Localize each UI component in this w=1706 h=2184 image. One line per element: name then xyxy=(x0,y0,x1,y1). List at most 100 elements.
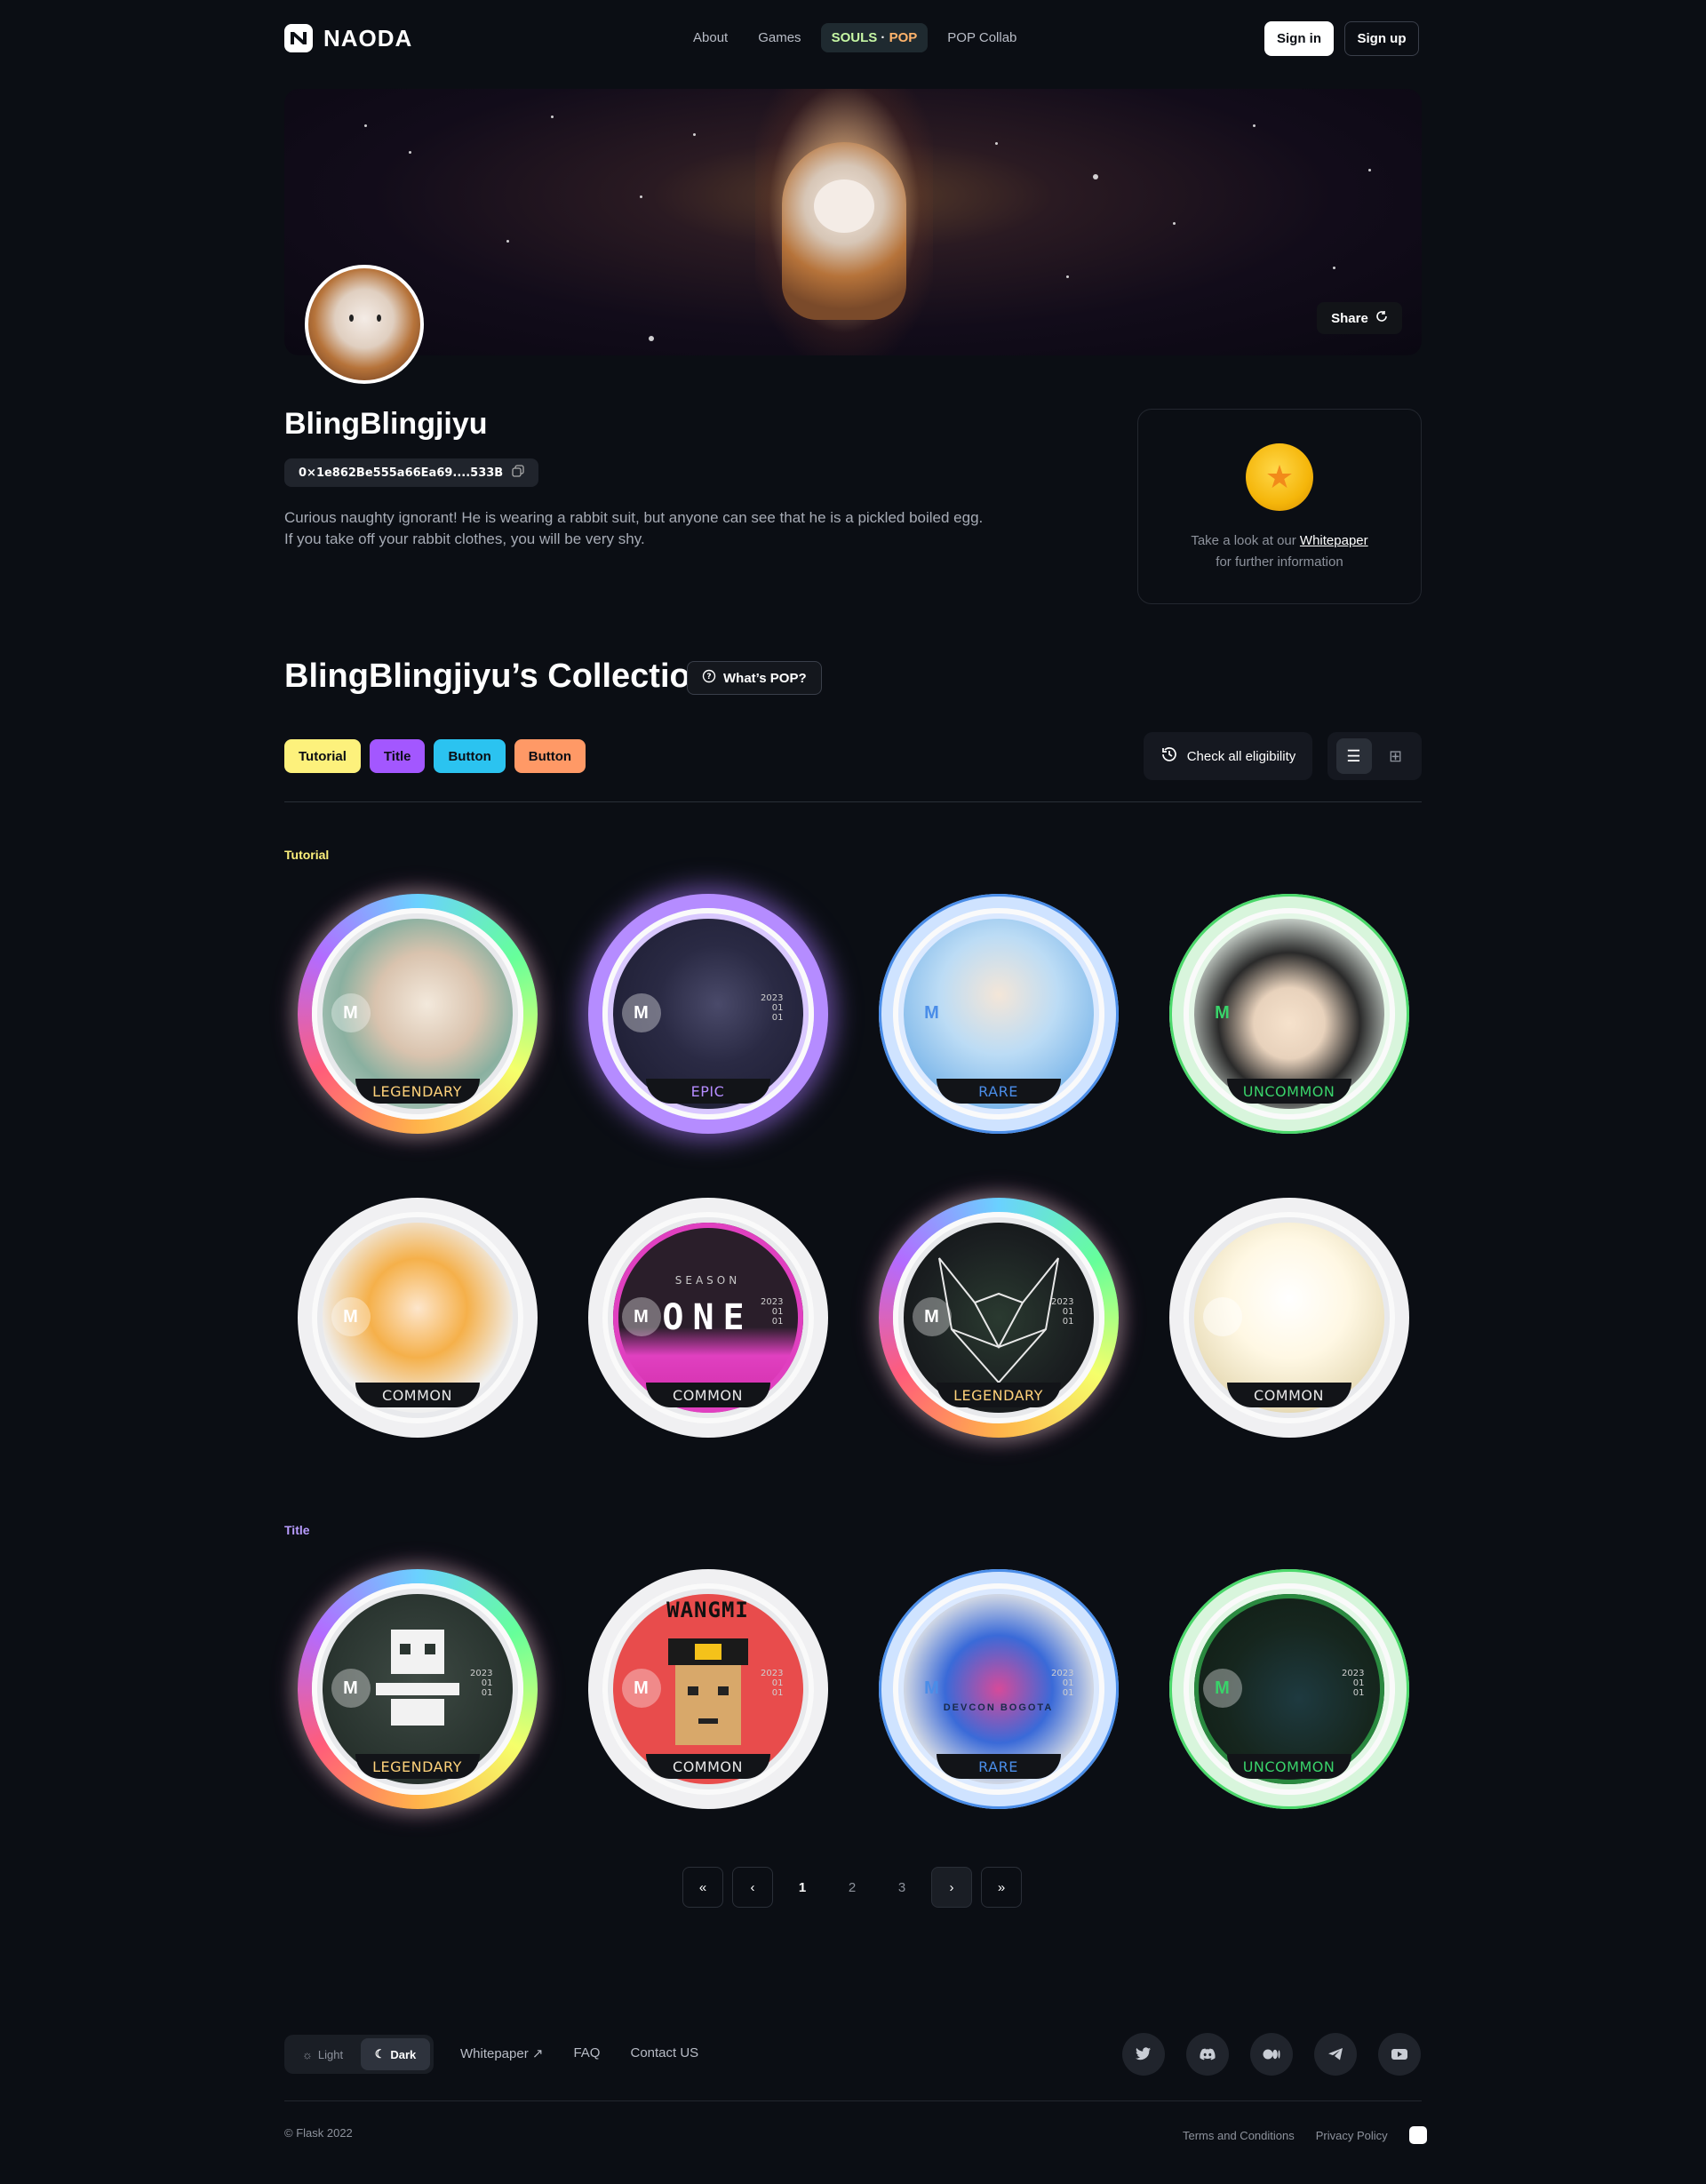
badge-common[interactable]: WANGMI M 2023 01 01 COMMON xyxy=(587,1569,828,1809)
twitter-icon[interactable] xyxy=(1122,2033,1165,2076)
badge-common[interactable]: M COMMON xyxy=(297,1198,538,1438)
rarity-label: COMMON xyxy=(645,1383,770,1407)
naoda-badge-logo-icon: M xyxy=(1215,1002,1230,1023)
devcon-text: DEVCON BOGOTA xyxy=(943,1702,1054,1713)
badge-legendary[interactable]: M 2023 01 01 LEGENDARY xyxy=(878,1198,1119,1438)
medium-icon[interactable] xyxy=(1250,2033,1293,2076)
badge-card[interactable]: M 2023 01 01 LEGENDARY xyxy=(272,1569,562,1809)
badge-card[interactable]: M 2023 01 01 UNCOMMON xyxy=(1144,1569,1434,1809)
badge-card[interactable]: M 2023 01 01 LEGENDARY xyxy=(853,1198,1144,1438)
moon-icon: ☾ xyxy=(374,2047,386,2060)
nav-about[interactable]: About xyxy=(682,23,738,52)
badge-date: 2023 01 01 xyxy=(761,1669,784,1698)
naoda-badge-logo-icon: M xyxy=(621,1669,661,1708)
naoda-badge-logo-icon: M xyxy=(924,1678,939,1698)
page-number[interactable]: 3 xyxy=(881,1867,922,1908)
copyright: © Flask 2022 xyxy=(284,2126,353,2140)
nav-pop-label: POP xyxy=(889,30,918,45)
tag-button[interactable]: Button xyxy=(434,739,506,773)
discord-icon[interactable] xyxy=(1186,2033,1229,2076)
first-page-icon[interactable]: « xyxy=(682,1867,723,1908)
badge-uncommon[interactable]: M UNCOMMON xyxy=(1168,894,1409,1134)
terms-link[interactable]: Terms and Conditions xyxy=(1183,2129,1295,2142)
share-button[interactable]: Share xyxy=(1317,302,1402,334)
badge-rare[interactable]: M RARE xyxy=(878,894,1119,1134)
page-number[interactable]: 1 xyxy=(782,1867,823,1908)
star-coin-icon: ★ xyxy=(1246,443,1313,511)
brand-logo[interactable]: NAODA xyxy=(284,24,412,52)
star xyxy=(640,195,642,198)
whitepaper-suffix: for further information xyxy=(1216,554,1343,570)
theme-light-button[interactable]: ☼ Light xyxy=(288,2038,357,2070)
rarity-label: EPIC xyxy=(645,1079,770,1104)
character-face xyxy=(814,179,874,233)
footer-link-whitepaper-label: Whitepaper xyxy=(460,2046,529,2061)
rarity-label: COMMON xyxy=(355,1383,480,1407)
footer-link-contact[interactable]: Contact US xyxy=(630,2045,698,2061)
badge-legendary[interactable]: M LEGENDARY xyxy=(297,894,538,1134)
tag-title[interactable]: Title xyxy=(369,739,426,773)
nav-pop-collab[interactable]: POP Collab xyxy=(937,23,1027,52)
grid-view-icon[interactable]: ⊞ xyxy=(1378,738,1414,774)
naoda-badge-logo-icon: M xyxy=(912,1297,952,1336)
badge-epic[interactable]: M 2023 01 01 EPIC xyxy=(587,894,828,1134)
footer-link-faq[interactable]: FAQ xyxy=(573,2045,600,2061)
rarity-label: COMMON xyxy=(1226,1383,1351,1407)
badge-card[interactable]: DEVCON BOGOTA M 2023 01 01 RARE xyxy=(853,1569,1144,1809)
whitepaper-link[interactable]: Whitepaper xyxy=(1300,533,1368,548)
badge-common[interactable]: COMMON xyxy=(1168,1198,1409,1438)
profile-banner: Share xyxy=(284,89,1422,355)
badge-card[interactable]: SEASON ONE M 2023 01 01 COMMON xyxy=(562,1198,853,1438)
wallet-address[interactable]: 0×1e862Be555a66Ea69....533B xyxy=(284,458,539,487)
star xyxy=(995,142,998,145)
badge-grid-title: M 2023 01 01 LEGENDARY WANGMI M 2023 01 01 C… xyxy=(272,1569,1434,1809)
page-number[interactable]: 2 xyxy=(832,1867,873,1908)
whats-pop-button[interactable]: ? What’s POP? xyxy=(687,661,822,695)
badge-card[interactable]: M LEGENDARY xyxy=(272,894,562,1134)
prev-page-icon[interactable]: ‹ xyxy=(732,1867,773,1908)
badge-legendary[interactable]: M 2023 01 01 LEGENDARY xyxy=(297,1569,538,1809)
external-link-icon: ↗ xyxy=(531,2046,544,2061)
star xyxy=(506,240,509,243)
star xyxy=(551,116,554,118)
tag-tutorial[interactable]: Tutorial xyxy=(284,739,361,773)
tag-button[interactable]: Button xyxy=(514,739,586,773)
badge-card[interactable]: COMMON xyxy=(1144,1198,1434,1438)
badge-uncommon[interactable]: M 2023 01 01 UNCOMMON xyxy=(1168,1569,1409,1809)
badge-card[interactable]: M RARE xyxy=(853,894,1144,1134)
next-page-icon[interactable]: › xyxy=(931,1867,972,1908)
star xyxy=(409,151,411,154)
nav-games[interactable]: Games xyxy=(747,23,811,52)
badge-card[interactable]: M COMMON xyxy=(272,1198,562,1438)
theme-dark-button[interactable]: ☾ Dark xyxy=(361,2038,430,2070)
profile-name: BlingBlingjiyu xyxy=(284,407,488,441)
whats-pop-label: What’s POP? xyxy=(723,670,807,686)
star xyxy=(1093,174,1098,179)
filter-tags: Tutorial Title Button Button xyxy=(284,739,586,773)
naoda-small-logo-icon xyxy=(1408,2126,1427,2144)
privacy-link[interactable]: Privacy Policy xyxy=(1316,2129,1388,2142)
nav-souls-pop[interactable]: SOULS · POP xyxy=(820,23,929,52)
badge-card[interactable]: WANGMI M 2023 01 01 COMMON xyxy=(562,1569,853,1809)
rarity-label: UNCOMMON xyxy=(1226,1754,1351,1779)
star xyxy=(1066,275,1069,278)
badge-common[interactable]: SEASON ONE M 2023 01 01 COMMON xyxy=(587,1198,828,1438)
main-nav: About Games SOULS · POP POP Collab xyxy=(682,23,1027,52)
naoda-badge-logo-icon: M xyxy=(331,1297,371,1336)
divider xyxy=(284,801,1422,802)
star xyxy=(1253,124,1256,127)
badge-card[interactable]: M 2023 01 01 EPIC xyxy=(562,894,853,1134)
last-page-icon[interactable]: » xyxy=(981,1867,1022,1908)
telegram-icon[interactable] xyxy=(1314,2033,1357,2076)
logo-text: NAODA xyxy=(323,24,413,52)
badge-card[interactable]: M UNCOMMON xyxy=(1144,894,1434,1134)
youtube-icon[interactable] xyxy=(1378,2033,1421,2076)
footer-link-whitepaper[interactable]: Whitepaper ↗ xyxy=(460,2045,543,2061)
sign-in-button[interactable]: Sign in xyxy=(1264,21,1334,56)
badge-rare[interactable]: DEVCON BOGOTA M 2023 01 01 RARE xyxy=(878,1569,1119,1809)
badge-date: 2023 01 01 xyxy=(761,1297,784,1327)
check-eligibility-button[interactable]: Check all eligibility xyxy=(1144,732,1312,780)
sign-up-button[interactable]: Sign up xyxy=(1344,21,1419,56)
list-view-icon[interactable]: ☰ xyxy=(1335,738,1372,774)
copy-icon[interactable] xyxy=(512,465,524,481)
